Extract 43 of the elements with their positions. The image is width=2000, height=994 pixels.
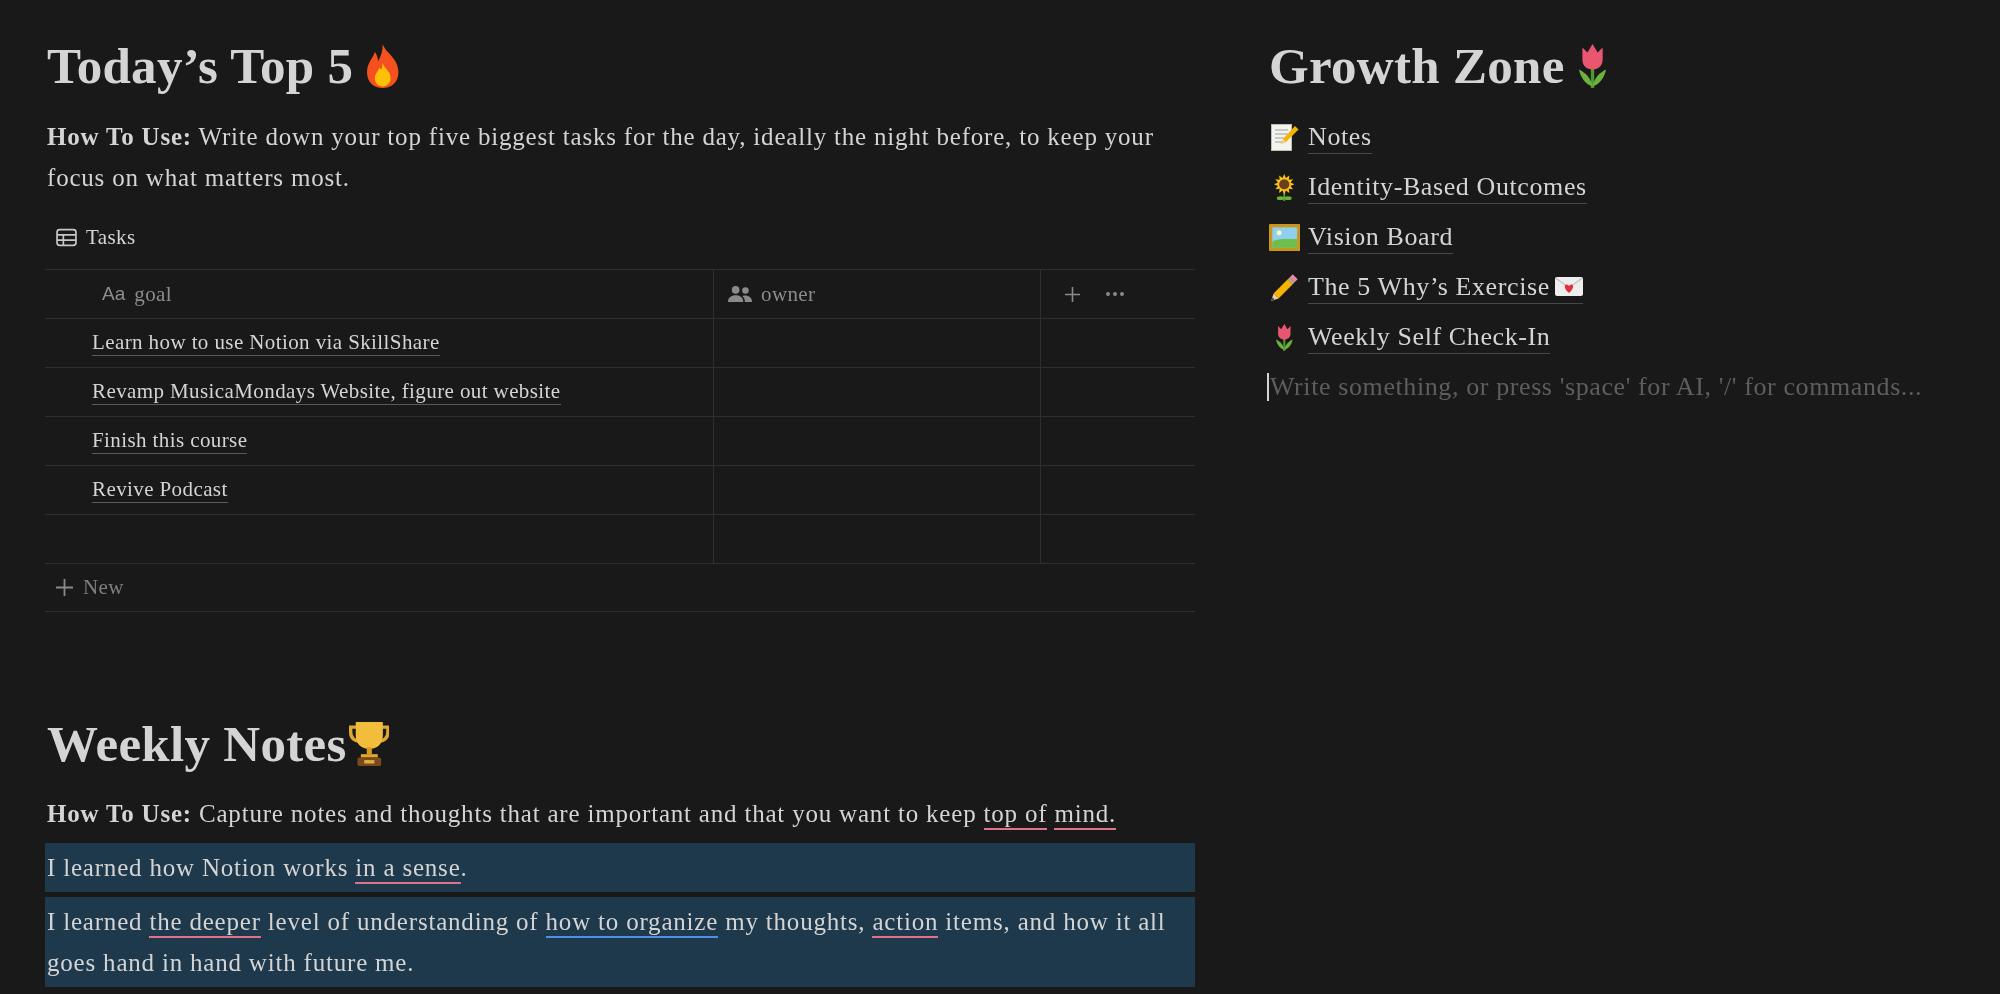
new-row-button[interactable]: New <box>45 571 130 604</box>
plus-icon <box>56 579 73 596</box>
page-link[interactable]: Identity-Based Outcomes <box>1267 170 1587 204</box>
sunflower-icon <box>1274 173 1295 201</box>
more-icon <box>1106 292 1124 296</box>
highlighted-note: I learned how Notion works in a sense. <box>45 843 1195 892</box>
tulip-icon <box>1276 323 1293 351</box>
memo-icon <box>1270 123 1299 151</box>
instruction-text: How To Use: Write down your top five biggest tasks for the day, ideally the night before, to keep your focus on what matters most. <box>46 122 1155 193</box>
people-icon <box>728 286 752 302</box>
tulip-icon <box>1578 44 1606 88</box>
underlined-phrase: in a sense <box>355 854 461 884</box>
section-heading: Today’s Top 5 <box>47 37 354 95</box>
underlined-phrase: action <box>872 908 939 938</box>
highlighted-note: I learned the deeper level of understanding of how to organize my thoughts, action items, and how it all goes hand in hand with future me. <box>45 897 1195 987</box>
section-heading: Weekly Notes <box>47 715 347 773</box>
page-link[interactable]: The 5 Why’s Exercise <box>1267 270 1583 304</box>
text-property-icon: Aa <box>102 283 126 305</box>
table-cell: Learn how to use Notion via SkillShare <box>45 319 714 367</box>
underlined-phrase: the deeper <box>149 908 261 938</box>
column-header[interactable]: owner <box>714 270 1041 318</box>
pencil-icon <box>1271 273 1298 301</box>
database-view-tab[interactable]: Tasks <box>45 220 142 254</box>
underlined-phrase: how to organize <box>545 908 719 938</box>
trophy-icon <box>348 722 390 766</box>
framed-picture-icon <box>1268 223 1301 251</box>
table-cell: Finish this course <box>45 417 714 465</box>
page-link[interactable]: Weekly Self Check-In <box>1267 320 1551 354</box>
note-text: How To Use: Capture notes and thoughts that are important and that you want to keep top of mind. <box>45 789 1195 838</box>
underlined-phrase: top of <box>983 800 1055 830</box>
table-cell: Revive Podcast <box>45 466 714 514</box>
love-letter-icon <box>1554 277 1583 296</box>
underlined-phrase: mind. <box>1054 800 1117 830</box>
block-input-field[interactable]: Write something, or press 'space' for AI, '/' for commands... <box>1267 372 1987 402</box>
fire-icon <box>367 44 399 88</box>
section-heading: Growth Zone <box>1269 37 1565 95</box>
table-cell: Revamp MusicaMondays Website, figure out website <box>45 368 714 416</box>
column-header[interactable]: Aa goal <box>45 270 714 318</box>
plus-icon <box>1065 286 1080 302</box>
table-icon <box>56 227 77 247</box>
page-link[interactable]: Notes <box>1267 120 1372 154</box>
page-link[interactable]: Vision Board <box>1267 220 1454 254</box>
text-cursor-icon <box>1267 373 1269 401</box>
